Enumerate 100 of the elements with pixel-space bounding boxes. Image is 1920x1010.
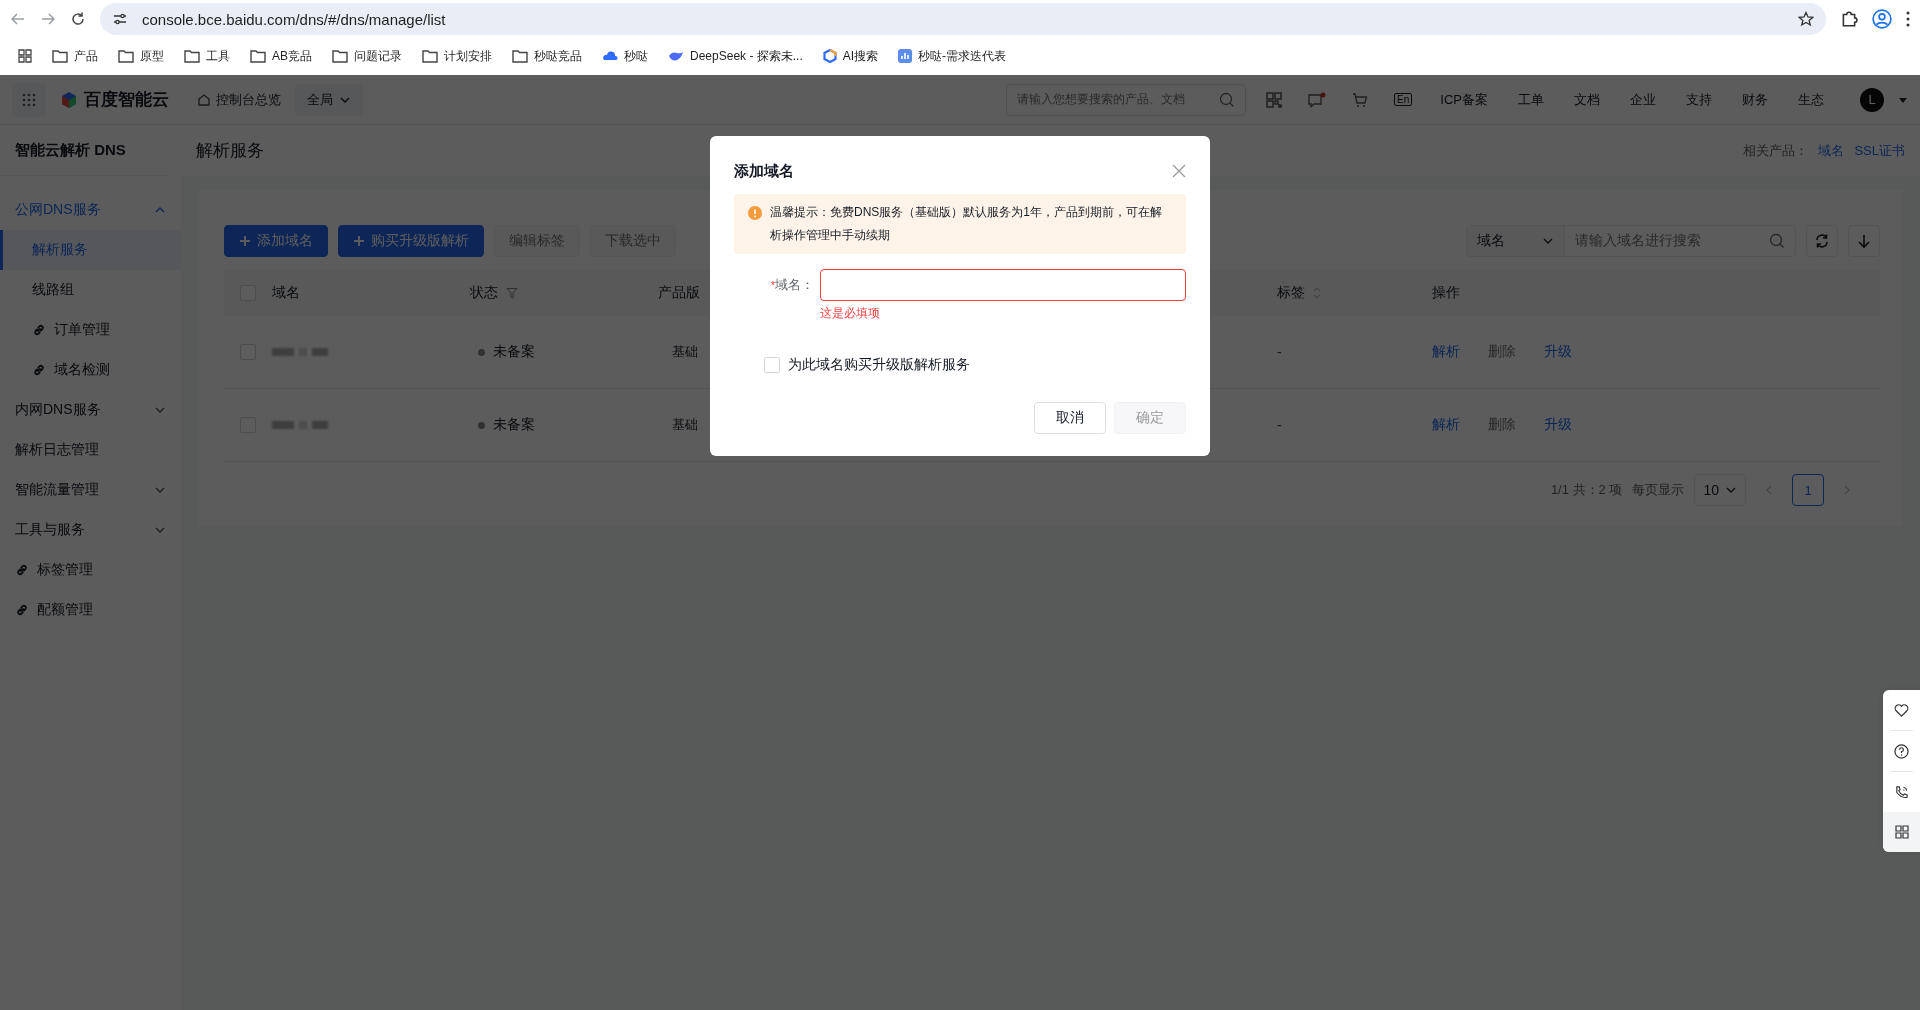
sidebar-item[interactable]: 域名检测	[0, 350, 181, 390]
user-avatar[interactable]: L	[1860, 87, 1884, 112]
warning-icon	[748, 206, 762, 220]
header-link[interactable]: 文档	[1574, 90, 1600, 109]
column-header: 状态	[470, 284, 498, 302]
header-link[interactable]: 生态	[1798, 90, 1824, 109]
notice-text: 温馨提示：免费DNS服务（基础版）默认服务为1年，产品到期前，可在解析操作管理中手动续期	[770, 204, 1163, 244]
header-link[interactable]: 支持	[1686, 90, 1712, 109]
qr-code-icon[interactable]	[1266, 91, 1283, 108]
table-cell: 基础	[672, 416, 698, 434]
row-action-link[interactable]: 升级	[1544, 416, 1572, 434]
dialog-button[interactable]: 取消	[1034, 402, 1106, 434]
sidebar-title: 智能云解析 DNS	[0, 125, 166, 176]
toolbar-button[interactable]: 购买升级版解析	[338, 225, 484, 257]
sidebar-item[interactable]: 线路组	[0, 270, 181, 310]
folder-icon	[118, 49, 134, 63]
sidebar-item[interactable]: 配额管理	[0, 590, 181, 630]
row-action-link[interactable]: 解析	[1432, 416, 1460, 434]
heart-icon[interactable]	[1894, 702, 1909, 718]
table-cell: 基础	[672, 343, 698, 361]
next-page-icon[interactable]	[1842, 485, 1852, 495]
bookmark[interactable]: 产品	[52, 47, 98, 65]
folder-icon	[250, 49, 266, 63]
address-bar[interactable]: console.bce.baidu.com/dns/#/dns/manage/list	[100, 3, 1826, 35]
bookmark[interactable]: 秒哒	[602, 47, 648, 65]
refresh-button[interactable]	[1806, 225, 1838, 257]
header-link[interactable]: 企业	[1630, 90, 1656, 109]
pagination-summary: 1/1 共：2 项	[1550, 481, 1623, 499]
bookmark[interactable]: 工具	[184, 47, 230, 65]
star-icon[interactable]	[1798, 11, 1814, 27]
forward-icon[interactable]	[40, 11, 56, 27]
back-icon[interactable]	[10, 11, 26, 27]
sidebar-group[interactable]: 智能流量管理	[0, 470, 181, 510]
sort-icon[interactable]	[1313, 287, 1321, 299]
apps-button[interactable]	[12, 82, 46, 117]
filter-icon[interactable]	[506, 287, 518, 299]
related-link[interactable]: SSL证书	[1854, 141, 1905, 160]
bookmark[interactable]: 计划安排	[422, 47, 492, 65]
language-toggle[interactable]: En	[1394, 93, 1413, 106]
page-size-dropdown[interactable]: 10	[1694, 474, 1746, 506]
header-link[interactable]: 工单	[1518, 90, 1544, 109]
arrow-down-icon	[1856, 233, 1872, 249]
download-button[interactable]	[1848, 225, 1880, 257]
error-message: 这是必填项	[820, 305, 881, 322]
row-action-link[interactable]: 升级	[1544, 343, 1572, 361]
folder-icon	[332, 49, 348, 63]
prev-page-icon[interactable]	[1764, 485, 1774, 495]
grid-icon	[22, 92, 36, 107]
puzzle-icon[interactable]	[1840, 10, 1858, 28]
link-icon	[32, 363, 46, 377]
table-cell: -	[1277, 344, 1282, 360]
status-text: 未备案	[493, 416, 535, 434]
page-title: 解析服务	[196, 140, 264, 162]
profile-icon[interactable]	[1872, 9, 1892, 29]
cart-icon[interactable]	[1352, 91, 1369, 108]
domain-input-field[interactable]	[820, 269, 1186, 301]
sidebar-item[interactable]: 订单管理	[0, 310, 181, 350]
bookmark[interactable]: DeepSeek - 探索未...	[668, 47, 803, 65]
bookmark[interactable]: 问题记录	[332, 47, 402, 65]
sidebar-item[interactable]: 解析服务	[0, 230, 181, 270]
status-dot	[478, 348, 485, 356]
folder-icon	[52, 49, 68, 63]
status-dot	[478, 421, 485, 429]
header-link[interactable]: ICP备案	[1440, 90, 1488, 109]
bookmark[interactable]: AI搜索	[822, 47, 879, 65]
message-icon[interactable]	[1308, 91, 1327, 108]
grid-icon[interactable]	[1894, 825, 1909, 839]
logo-text: 百度智能云	[84, 89, 169, 111]
sidebar-group[interactable]: 工具与服务	[0, 510, 181, 550]
help-icon[interactable]	[1894, 743, 1909, 759]
related-link[interactable]: 域名	[1818, 141, 1845, 160]
site-settings-icon[interactable]	[112, 11, 128, 27]
row-action-link[interactable]: 解析	[1432, 343, 1460, 361]
bookmark[interactable]: 原型	[118, 47, 164, 65]
region-dropdown[interactable]: 全局	[295, 83, 363, 116]
bookmark[interactable]: AB竞品	[250, 47, 312, 65]
redacted-domain	[272, 348, 328, 356]
page-button[interactable]: 1	[1792, 474, 1824, 506]
refresh-icon	[1814, 233, 1830, 249]
sidebar-item[interactable]: 解析日志管理	[0, 430, 181, 470]
console-home-link[interactable]: 控制台总览	[197, 90, 281, 109]
bookmark[interactable]: 秒哒-需求迭代表	[898, 47, 1007, 65]
sidebar-item[interactable]: 标签管理	[0, 550, 181, 590]
upgrade-checkbox[interactable]	[764, 357, 780, 373]
header-link[interactable]: 财务	[1742, 90, 1768, 109]
column-header: 操作	[1432, 284, 1460, 302]
close-icon[interactable]	[1172, 164, 1186, 178]
dialog-title: 添加域名	[734, 161, 794, 181]
column-header: 标签	[1277, 284, 1305, 302]
phone-icon[interactable]	[1894, 784, 1909, 800]
menu-icon[interactable]	[1906, 11, 1910, 27]
sidebar-group[interactable]: 内网DNS服务	[0, 390, 181, 430]
apps-icon[interactable]	[18, 49, 32, 63]
field-label: *域名：	[769, 276, 815, 294]
toolbar-button[interactable]: 添加域名	[224, 225, 328, 257]
column-header: 域名	[272, 284, 300, 302]
reload-icon[interactable]	[70, 11, 86, 27]
logo[interactable]: 百度智能云	[60, 88, 169, 111]
sidebar-group[interactable]: 公网DNS服务	[0, 190, 181, 230]
bookmark[interactable]: 秒哒竞品	[512, 47, 582, 65]
